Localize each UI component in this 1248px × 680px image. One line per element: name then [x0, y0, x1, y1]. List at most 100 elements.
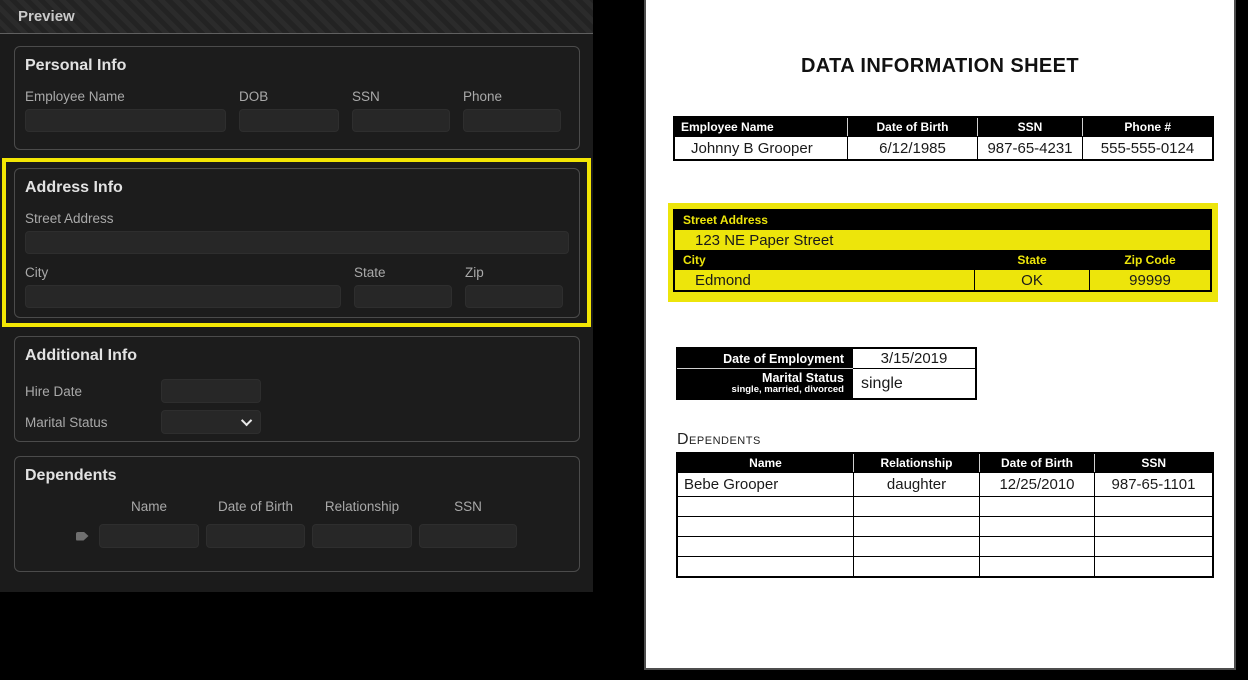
dob-input[interactable]: [239, 109, 339, 132]
marital-status-row: Marital Status single, married, divorced…: [677, 368, 976, 399]
row-pointer-icon: [75, 531, 89, 541]
street-address-value: 123 NE Paper Street: [673, 229, 1212, 251]
dependents-table: Name Relationship Date of Birth SSN Bebe…: [676, 452, 1214, 578]
employee-table-value-row: Johnny B Grooper 6/12/1985 987-65-4231 5…: [674, 136, 1213, 160]
hire-date-label: Hire Date: [25, 383, 83, 399]
dep-dob-header: Date of Birth: [979, 453, 1095, 473]
dependent-dob-column-label: Date of Birth: [217, 499, 294, 514]
document-title: DATA INFORMATION SHEET: [800, 55, 1080, 77]
address-table: Street Address 123 NE Paper Street City …: [672, 209, 1213, 292]
street-address-label: Street Address: [25, 211, 114, 226]
phone-input[interactable]: [463, 109, 561, 132]
dependents-header-row: Name Date of Birth Relationship SSN: [72, 499, 569, 524]
state-header: State: [974, 250, 1090, 270]
city-state-zip-value-row: Edmond OK 99999: [674, 269, 1212, 291]
dep-dob-value: 12/25/2010: [979, 472, 1095, 497]
ssn-value: 987-65-4231: [977, 136, 1083, 160]
employment-table: Date of Employment 3/15/2019 Marital Sta…: [676, 347, 977, 400]
street-address-header-row: Street Address: [673, 210, 1212, 230]
dob-field-group: DOB: [239, 89, 339, 132]
dep-name-header: Name: [677, 453, 854, 473]
city-header: City: [674, 250, 975, 270]
table-row: [677, 556, 1213, 577]
city-value: Edmond: [674, 269, 975, 291]
personal-info-section: Personal Info Employee Name DOB SSN Phon…: [14, 46, 580, 150]
employee-name-header: Employee Name: [674, 117, 848, 137]
street-address-input[interactable]: [25, 231, 569, 254]
dob-label: DOB: [239, 89, 269, 104]
state-input[interactable]: [354, 285, 452, 308]
table-row: [677, 536, 1213, 557]
address-info-title: Address Info: [25, 179, 123, 196]
dependent-name-column-label: Name: [130, 499, 167, 514]
table-row: [677, 496, 1213, 517]
dependents-input-row: [72, 524, 569, 548]
employee-table-header-row: Employee Name Date of Birth SSN Phone #: [674, 117, 1213, 137]
phone-field-group: Phone: [463, 89, 561, 132]
city-input[interactable]: [25, 285, 341, 308]
date-of-birth-value: 6/12/1985: [847, 136, 978, 160]
state-label: State: [354, 265, 386, 280]
dependents-header-row-doc: Name Relationship Date of Birth SSN: [677, 453, 1213, 473]
date-of-birth-header: Date of Birth: [847, 117, 978, 137]
document-page: DATA INFORMATION SHEET Employee Name Dat…: [644, 0, 1236, 670]
dependent-ssn-input[interactable]: [419, 524, 517, 548]
employee-name-input[interactable]: [25, 109, 226, 132]
chevron-down-icon: [240, 414, 253, 427]
preview-header: Preview: [0, 0, 593, 34]
date-of-employment-label: Date of Employment: [677, 348, 853, 369]
address-info-section: Address Info Street Address City State Z…: [14, 168, 580, 318]
marital-status-label: Marital Status: [25, 414, 108, 430]
preview-title: Preview: [18, 8, 75, 25]
ssn-field-group: SSN: [352, 89, 450, 132]
address-highlight-block: Street Address 123 NE Paper Street City …: [668, 203, 1218, 302]
city-label: City: [25, 265, 49, 280]
street-address-value-row: 123 NE Paper Street: [673, 229, 1212, 251]
zip-code-value: 99999: [1088, 269, 1212, 291]
dep-relationship-value: daughter: [853, 472, 980, 497]
employee-table: Employee Name Date of Birth SSN Phone # …: [673, 116, 1214, 161]
dependent-relationship-column-label: Relationship: [324, 499, 400, 514]
phone-label: Phone: [463, 89, 503, 104]
state-field-group: State: [354, 265, 452, 308]
employee-name-label: Employee Name: [25, 89, 125, 104]
dependents-title: Dependents: [25, 467, 117, 484]
phone-header: Phone #: [1082, 117, 1213, 137]
date-of-employment-value: 3/15/2019: [852, 348, 976, 369]
table-row: [677, 516, 1213, 537]
dependent-ssn-column-label: SSN: [454, 499, 482, 514]
zip-field-group: Zip: [465, 265, 563, 308]
dependent-relationship-input[interactable]: [312, 524, 412, 548]
state-value: OK: [974, 269, 1090, 291]
hire-date-input[interactable]: [161, 379, 261, 403]
marital-status-select[interactable]: [161, 410, 261, 434]
zip-label: Zip: [465, 265, 484, 280]
dep-ssn-value: 987-65-1101: [1094, 472, 1213, 497]
marital-status-options-subtext: single, married, divorced: [731, 384, 844, 395]
dep-name-value: Bebe Grooper: [677, 472, 854, 497]
dep-relationship-header: Relationship: [853, 453, 980, 473]
table-row: Bebe Grooper daughter 12/25/2010 987-65-…: [677, 472, 1213, 497]
zip-input[interactable]: [465, 285, 563, 308]
employee-name-value: Johnny B Grooper: [674, 136, 848, 160]
street-address-header: Street Address: [673, 210, 1212, 230]
ssn-input[interactable]: [352, 109, 450, 132]
marital-status-doc-label: Marital Status single, married, divorced: [677, 368, 853, 399]
preview-panel: Preview Personal Info Employee Name DOB …: [0, 0, 593, 592]
ssn-header: SSN: [977, 117, 1083, 137]
dependents-doc-heading: Dependents: [677, 431, 761, 448]
additional-info-title: Additional Info: [25, 347, 137, 364]
zip-code-header: Zip Code: [1088, 250, 1212, 270]
marital-status-value: single: [852, 368, 976, 399]
city-field-group: City: [25, 265, 341, 308]
hire-date-field-group: Hire Date: [25, 379, 569, 403]
phone-value: 555-555-0124: [1082, 136, 1213, 160]
additional-info-section: Additional Info Hire Date Marital Status: [14, 336, 580, 442]
dependent-dob-input[interactable]: [206, 524, 305, 548]
personal-info-title: Personal Info: [25, 57, 127, 74]
city-state-zip-header-row: City State Zip Code: [674, 250, 1212, 270]
employment-date-row: Date of Employment 3/15/2019: [677, 348, 976, 369]
dep-ssn-header: SSN: [1094, 453, 1213, 473]
dependent-name-input[interactable]: [99, 524, 199, 548]
street-address-field-group: Street Address: [25, 211, 569, 254]
